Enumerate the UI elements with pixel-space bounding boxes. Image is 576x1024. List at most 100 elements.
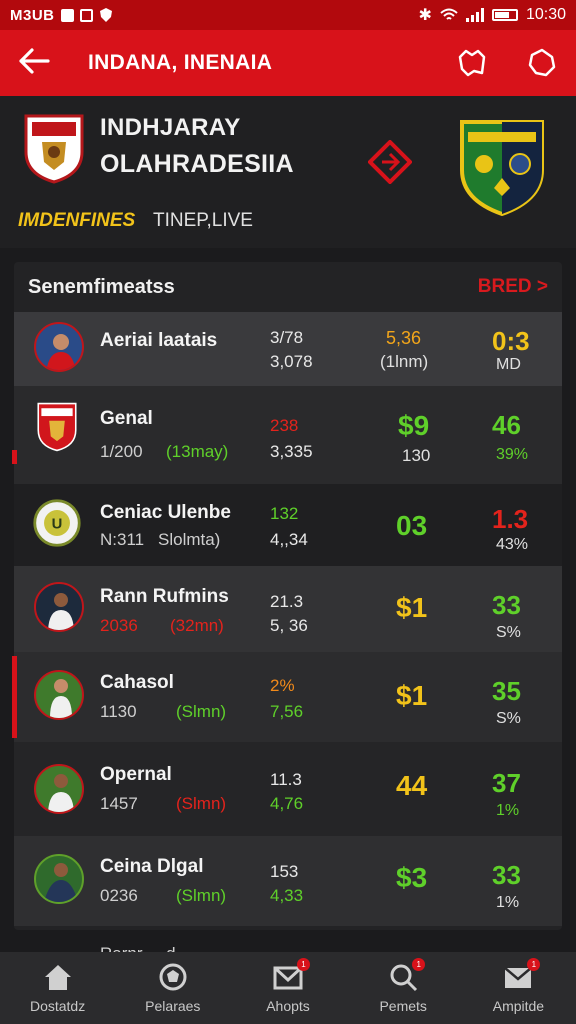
stat-value-3-sub: 1% (496, 894, 520, 911)
player-sub-detail: Slolmta) (158, 530, 221, 549)
stat-value-2: $1 (396, 680, 428, 711)
shield-notification-icon (99, 8, 112, 22)
away-team-crest-icon[interactable] (458, 118, 546, 216)
app-notification-icon (79, 8, 93, 22)
player-sub-detail: (Slmn) (176, 794, 227, 813)
player-sub-detail: (13may) (166, 442, 229, 461)
player-sub: 1130 (100, 702, 137, 721)
player-avatar (34, 854, 84, 904)
notification-icon (60, 8, 74, 22)
nav-label: Ampitde (492, 998, 545, 1014)
player-row[interactable]: Opernal 1457 (Slmn) 11.3 4,76 44 37 1% (14, 742, 562, 836)
stat-value-3: 37 (492, 768, 521, 798)
nav-item-updates[interactable]: 1 Ampitde (461, 952, 576, 1024)
player-sub-detail: (32mn) (170, 616, 224, 635)
stat-value-3-sub: S% (496, 710, 521, 727)
card-more-link[interactable]: BRED > (478, 276, 548, 298)
stat-value-1: 2% (270, 676, 295, 695)
notification-badge: 1 (527, 958, 541, 971)
player-name: Aeriai laatais (100, 330, 218, 351)
share-icon[interactable] (526, 47, 558, 79)
player-name: Cahasol (100, 672, 174, 693)
card-header: Senemfimeatss BRED > (14, 262, 562, 312)
player-name: Opernal (100, 764, 172, 785)
stat-value-2: $9 (398, 410, 430, 441)
stat-value-2: 03 (396, 510, 428, 541)
notification-badge: 1 (297, 958, 310, 971)
club-crest-icon (37, 402, 77, 452)
notification-badge: 1 (412, 958, 426, 971)
home-team-name-line2: OLAHRADESIIA (100, 150, 294, 178)
status-bar: M3UB ✱ 10:30 (0, 0, 576, 30)
stat-value-1: 3/78 (270, 328, 304, 347)
player-row[interactable]: U Ceniac Ulenbe N:311 Slolmta) 132 4,,34… (14, 484, 562, 566)
stat-value-2: $3 (396, 862, 428, 893)
player-sub: 1/200 (100, 442, 143, 461)
stat-value-2-sub: (1lnm) (380, 352, 429, 371)
stat-value-1: 132 (270, 504, 299, 523)
bluetooth-icon: ✱ (418, 7, 432, 24)
player-avatar (34, 670, 84, 720)
stat-value-3: 46 (492, 410, 521, 440)
nav-label: Pelaraes (145, 998, 201, 1014)
favorite-icon[interactable] (456, 47, 488, 79)
nav-item-players[interactable]: Pelaraes (115, 952, 230, 1024)
stat-value-3: 33 (492, 860, 521, 890)
player-sub: 0236 (100, 886, 138, 905)
ball-icon (157, 962, 189, 992)
nav-item-reports[interactable]: 1 Ahopts (230, 952, 345, 1024)
player-row[interactable]: Rann Rufmins 2036 (32mn) 21.3 5, 36 $1 3… (14, 566, 562, 652)
page-title: INDANA, INENAIA (88, 51, 273, 74)
card-title: Senemfimeatss (28, 275, 175, 298)
home-team-crest-icon[interactable] (22, 112, 86, 184)
player-avatar (34, 764, 84, 814)
player-row[interactable]: Ceina Dlgal 0236 (Slmn) 153 4,33 $3 33 1… (14, 836, 562, 926)
stat-value-1b: 4,,34 (270, 530, 308, 549)
home-team-name-line1: INDHJARAY (100, 114, 241, 141)
stat-value-2: 44 (396, 770, 428, 801)
player-name: Ceniac Ulenbe (100, 502, 231, 523)
player-name: Rann Rufmins (100, 586, 229, 607)
tab-live[interactable]: TINEP,LIVE (153, 210, 253, 232)
tab-lineups[interactable]: IMDENFINES (18, 210, 135, 232)
player-sub: N:311 (100, 530, 145, 549)
stat-value-3-sub: 39% (496, 446, 529, 463)
stat-value-1: 11.3 (270, 770, 302, 789)
nav-item-search[interactable]: 1 Pemets (346, 952, 461, 1024)
stat-value-1b: 3,078 (270, 352, 313, 371)
back-arrow-icon[interactable] (18, 47, 68, 79)
stat-value-1: 21.3 (270, 592, 304, 611)
nav-label: Pemets (379, 998, 427, 1014)
stat-value-1b: 3,335 (270, 442, 313, 461)
stats-card: Senemfimeatss BRED > Aeriai laatais 3/78… (12, 262, 562, 930)
player-sub-detail: (Slmn) (176, 702, 227, 721)
partial-player-row[interactable]: Rarnr ... d (100, 944, 220, 952)
player-avatar (34, 322, 84, 372)
stat-value-1b: 4,76 (270, 794, 304, 813)
stat-value-3-sub: S% (496, 624, 521, 641)
player-row[interactable]: Aeriai laatais 3/78 3,078 5,36 (1lnm) 0:… (14, 312, 562, 386)
bottom-nav: Dostatdz Pelaraes 1 Ahopts 1 Pemets 1 Am… (0, 952, 576, 1024)
player-name: Ceina Dlgal (100, 856, 204, 877)
nav-label: Ahopts (266, 998, 310, 1014)
wifi-icon (440, 8, 458, 20)
nav-item-home[interactable]: Dostatdz (0, 952, 115, 1024)
home-icon (42, 962, 74, 992)
stat-value-2: 5,36 (386, 328, 422, 348)
stat-value-1b: 7,56 (270, 702, 304, 721)
stat-value-3-sub: 43% (496, 536, 529, 553)
mail-icon: 1 (502, 958, 541, 992)
stat-value-3: 0:3 (492, 326, 530, 356)
player-row[interactable]: Genal 1/200 (13may) 238 3,335 $9 130 46 … (12, 386, 562, 484)
stat-value-3: 1.3 (492, 504, 529, 534)
player-avatar (34, 582, 84, 632)
match-header: INDHJARAY OLAHRADESIIA IMDENFINES TINEP,… (0, 96, 576, 248)
status-time: 10:30 (525, 6, 566, 23)
player-row[interactable]: Cahasol 1130 (Slmn) 2% 7,56 $1 35 S% (12, 652, 562, 742)
svg-text:U: U (52, 517, 63, 533)
player-sub: 1457 (100, 794, 138, 813)
status-left: M3UB (10, 7, 113, 24)
stat-value-1b: 4,33 (270, 886, 304, 905)
stat-value-3-sub: MD (496, 356, 521, 373)
stat-value-3: 33 (492, 590, 521, 620)
